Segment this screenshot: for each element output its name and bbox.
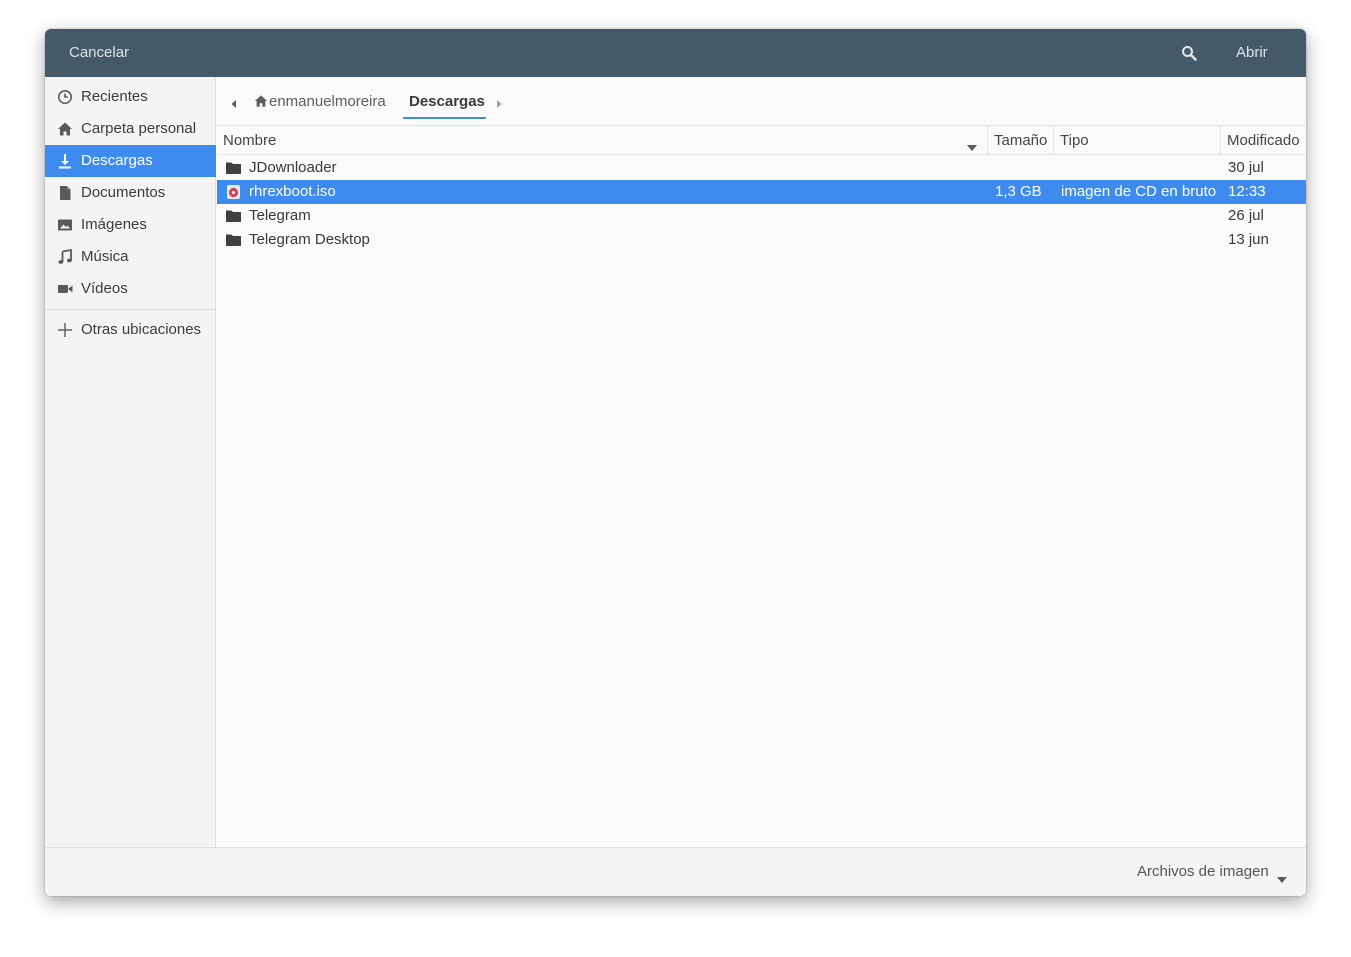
music-icon: [57, 248, 73, 265]
column-header-label: Tamaño: [994, 132, 1048, 149]
sidebar-item-recent[interactable]: Recientes: [45, 81, 216, 113]
file-modified: 13 jun: [1228, 231, 1269, 248]
file-row[interactable]: Telegram 26 jul: [217, 204, 1306, 228]
file-filter-label: Archivos de imagen: [1137, 863, 1269, 880]
chevron-right-icon[interactable]: [494, 96, 504, 108]
file-filter-dropdown[interactable]: Archivos de imagen: [1137, 863, 1287, 883]
file-modified: 12:33: [1228, 183, 1266, 200]
sidebar-item-home[interactable]: Carpeta personal: [45, 113, 216, 145]
sidebar-item-documents[interactable]: Documentos: [45, 177, 216, 209]
column-header-type[interactable]: Tipo: [1053, 126, 1220, 155]
path-bar: enmanuelmoreira Descargas: [217, 77, 1306, 126]
clock-icon: [57, 89, 73, 105]
home-icon: [57, 121, 73, 137]
file-row-selected[interactable]: rhrexboot.iso 1,3 GB imagen de CD en bru…: [217, 180, 1306, 204]
file-size: 1,3 GB: [995, 183, 1042, 200]
video-icon: [57, 281, 73, 297]
image-icon: [57, 217, 73, 233]
sidebar-item-label: Vídeos: [81, 280, 128, 297]
breadcrumb-home-label: enmanuelmoreira: [269, 93, 386, 110]
sidebar-item-label: Carpeta personal: [81, 120, 197, 137]
header-bar: Cancelar Abrir: [45, 29, 1306, 77]
chevron-down-icon: [1277, 870, 1287, 883]
column-header-size[interactable]: Tamaño: [987, 126, 1053, 155]
home-icon: [254, 94, 268, 108]
sidebar-item-label: Imágenes: [81, 216, 147, 233]
sidebar-item-label: Documentos: [81, 184, 166, 201]
folder-icon: [226, 233, 241, 247]
file-row[interactable]: Telegram Desktop 13 jun: [217, 228, 1306, 252]
breadcrumb-current[interactable]: Descargas: [403, 93, 486, 119]
disc-image-icon: [226, 185, 241, 199]
footer-bar: Archivos de imagen: [45, 847, 1306, 896]
sidebar-item-label: Descargas: [81, 152, 153, 169]
file-name: JDownloader: [249, 159, 337, 176]
sidebar-item-pictures[interactable]: Imágenes: [45, 209, 216, 241]
folder-icon: [226, 161, 241, 175]
document-icon: [57, 185, 73, 201]
column-header-name[interactable]: Nombre: [217, 126, 987, 155]
cancel-button[interactable]: Cancelar: [69, 44, 129, 61]
download-icon: [57, 153, 73, 169]
sort-down-icon: [967, 138, 977, 151]
file-type: imagen de CD en bruto: [1061, 183, 1217, 200]
open-button[interactable]: Abrir: [1236, 44, 1268, 61]
breadcrumb-underline: [403, 117, 486, 119]
chevron-left-icon[interactable]: [229, 96, 239, 108]
file-row[interactable]: JDownloader 30 jul: [217, 156, 1306, 180]
places-sidebar: Recientes Carpeta personal Descargas Doc…: [45, 77, 216, 847]
search-icon[interactable]: [1181, 45, 1197, 61]
plus-icon: [57, 322, 73, 338]
column-header-label: Modificado: [1227, 132, 1300, 149]
column-header-modified[interactable]: Modificado: [1220, 126, 1306, 155]
file-list: Nombre Tamaño Tipo Modificado JDownloade…: [217, 126, 1306, 847]
sidebar-item-music[interactable]: Música: [45, 241, 216, 273]
file-name: Telegram: [249, 207, 311, 224]
column-header-label: Nombre: [223, 132, 277, 149]
sidebar-item-label: Otras ubicaciones: [81, 321, 202, 338]
sidebar-item-videos[interactable]: Vídeos: [45, 273, 216, 305]
file-name: Telegram Desktop: [249, 231, 370, 248]
file-chooser-dialog: Cancelar Abrir Recientes Carpeta persona…: [45, 29, 1306, 896]
sidebar-item-label: Recientes: [81, 88, 148, 105]
breadcrumb-current-label: Descargas: [409, 93, 485, 110]
file-name: rhrexboot.iso: [249, 183, 336, 200]
file-modified: 30 jul: [1228, 159, 1264, 176]
sidebar-item-label: Música: [81, 248, 129, 265]
file-modified: 26 jul: [1228, 207, 1264, 224]
column-header-label: Tipo: [1060, 132, 1089, 149]
sidebar-separator: [45, 309, 216, 310]
sidebar-item-downloads[interactable]: Descargas: [45, 145, 216, 177]
folder-icon: [226, 209, 241, 223]
sidebar-item-other-locations[interactable]: Otras ubicaciones: [45, 314, 216, 346]
